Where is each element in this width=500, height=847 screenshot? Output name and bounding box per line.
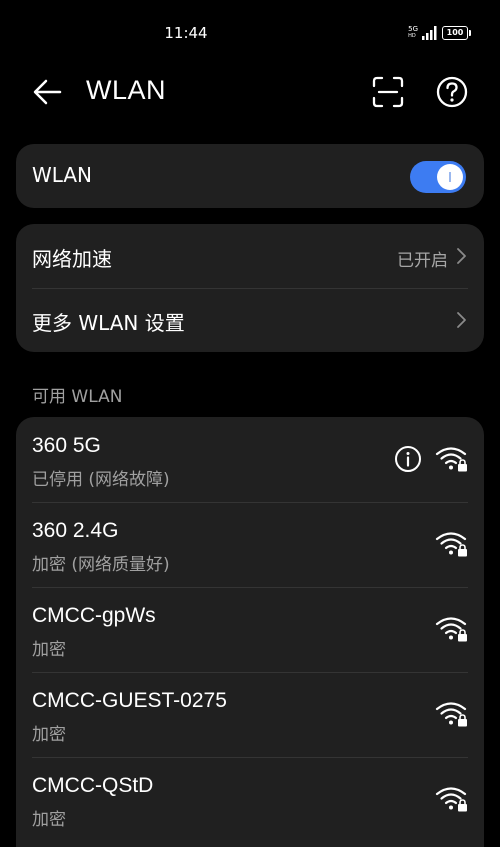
wifi-lock-icon [435, 447, 467, 472]
page-title: WLAN [86, 75, 167, 105]
more-wlan-settings-row[interactable]: 更多 WLAN 设置 [16, 288, 484, 352]
network-item-cmcc-guest-0275[interactable]: CMCC-GUEST-0275 加密 [16, 672, 484, 757]
network-type: 5G HD [408, 26, 418, 40]
network-name: CMCC-gpWs [32, 604, 156, 627]
wifi-lock-icon [435, 702, 467, 727]
app-header: WLAN [0, 66, 500, 118]
chevron-right-icon [457, 312, 466, 328]
network-name: 360 2.4G [32, 519, 119, 542]
more-wlan-settings-label: 更多 WLAN 设置 [32, 311, 185, 335]
signal-icon [422, 26, 437, 40]
network-item-cmcc-qstd[interactable]: CMCC-QStD 加密 [16, 757, 484, 842]
chevron-right-icon [457, 248, 466, 264]
network-acceleration-label: 网络加速 [32, 247, 112, 271]
network-acceleration-row[interactable]: 网络加速 已开启 [16, 224, 484, 288]
network-status: 加密 [32, 810, 66, 830]
network-status: 已停用 (网络故障) [32, 470, 170, 490]
wlan-toggle-label: WLAN [32, 163, 93, 187]
network-status: 加密 [32, 725, 66, 745]
available-networks-list: 360 5G 已停用 (网络故障) 360 2.4G 加密 (网络质量好) CM… [16, 417, 484, 847]
wlan-toggle-card: WLAN [16, 144, 484, 208]
network-status: 加密 (网络质量好) [32, 555, 170, 575]
toggle-knob [437, 164, 463, 190]
wifi-lock-icon [435, 532, 467, 557]
battery-icon: 100 [442, 26, 471, 40]
network-sub-label: HD [408, 33, 416, 39]
info-icon[interactable] [394, 445, 422, 473]
scan-icon[interactable] [371, 75, 405, 109]
network-item-360-2-4g[interactable]: 360 2.4G 加密 (网络质量好) [16, 502, 484, 587]
wifi-lock-icon [435, 617, 467, 642]
network-item-cmcc-gpws[interactable]: CMCC-gpWs 加密 [16, 587, 484, 672]
back-arrow-icon[interactable] [30, 76, 64, 108]
network-acceleration-value: 已开启 [397, 251, 448, 271]
status-indicators: 5G HD 100 [408, 23, 471, 43]
available-wlan-section-title: 可用 WLAN [32, 387, 123, 407]
wifi-lock-icon [435, 787, 467, 812]
settings-card: 网络加速 已开启 更多 WLAN 设置 [16, 224, 484, 352]
network-name: CMCC-QStD [32, 774, 154, 797]
network-status: 加密 [32, 640, 66, 660]
network-name: CMCC-GUEST-0275 [32, 689, 227, 712]
help-icon[interactable] [435, 75, 469, 109]
network-item-360-5g[interactable]: 360 5G 已停用 (网络故障) [16, 417, 484, 502]
wlan-toggle-switch[interactable] [410, 161, 466, 193]
network-name: 360 5G [32, 434, 101, 457]
status-bar: 11:44 5G HD 100 [0, 0, 500, 66]
status-time: 11:44 [164, 24, 208, 42]
network-type-label: 5G [408, 25, 418, 33]
